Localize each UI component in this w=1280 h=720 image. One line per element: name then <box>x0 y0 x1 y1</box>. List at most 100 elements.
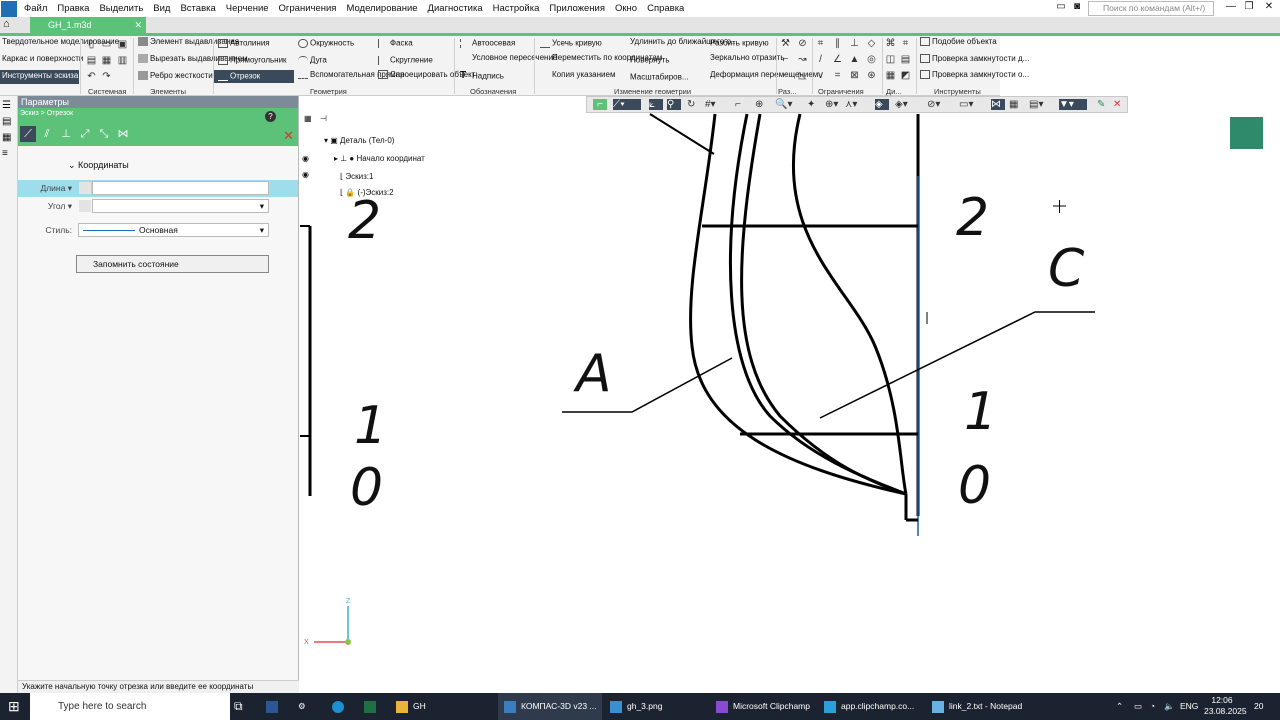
table-icon[interactable]: ▥ <box>117 55 128 66</box>
excel-icon[interactable] <box>364 693 381 720</box>
layers-icon[interactable]: ⋈ <box>991 99 1005 110</box>
menu-constraints[interactable]: Ограничения <box>274 3 342 14</box>
taskbar-app-kompas[interactable]: КОМПАС-3D v23 ... <box>498 693 602 720</box>
tree-toggle-icon[interactable]: ▦ <box>304 114 312 123</box>
save-icon[interactable]: ▣ <box>117 39 128 50</box>
clock[interactable]: 12:06 23.08.2025 <box>1204 693 1247 720</box>
cancel-command-icon[interactable]: ✕ <box>283 128 294 144</box>
tray-chevron-icon[interactable]: ⌃ <box>1116 693 1123 720</box>
menu-file[interactable]: Файл <box>19 3 52 14</box>
maximize-icon[interactable]: ❐ <box>1240 1 1258 15</box>
taskbar-app-gh[interactable]: GH <box>396 693 426 720</box>
exit-sketch-icon[interactable]: ✕ <box>1113 99 1121 110</box>
angle-label[interactable]: Угол ▾ <box>48 201 72 212</box>
eye-icon-2[interactable]: ◉ <box>302 170 309 179</box>
menu-window[interactable]: Окно <box>610 3 642 14</box>
arc-button[interactable]: Дуга <box>298 56 327 65</box>
check-closure-2-button[interactable]: Проверка замкнутости о... <box>920 70 1029 79</box>
project-object-button[interactable]: Спроецировать объект <box>378 70 475 79</box>
length-input[interactable] <box>92 181 269 195</box>
taskbar-app-gh3[interactable]: gh_3.png <box>610 693 662 720</box>
dimension-3-icon[interactable]: ⌐ <box>780 54 791 65</box>
volume-icon[interactable]: 🔈 <box>1164 693 1175 720</box>
conditional-intersection-button[interactable]: Условное пересечение <box>460 53 557 62</box>
camera-icon[interactable]: ◙ <box>1068 1 1086 15</box>
tab-close-icon[interactable]: ✕ <box>134 17 142 33</box>
dimension-icon[interactable]: ⚒ <box>780 38 791 49</box>
taskbar-search-input[interactable]: Type here to search <box>30 693 230 720</box>
filter-icon[interactable]: ▼▾ <box>1059 99 1087 110</box>
menu-settings[interactable]: Настройка <box>488 3 545 14</box>
params-panel-icon[interactable]: ▦ <box>2 132 16 144</box>
rotate-view-icon[interactable]: ↻ <box>687 99 695 110</box>
constraint-sym-icon[interactable]: ▲ <box>849 54 860 65</box>
library-icon[interactable]: ▤ <box>2 116 16 128</box>
object-similarity-button[interactable]: Подобие объекта <box>920 37 997 46</box>
language-indicator[interactable]: ENG <box>1180 693 1198 720</box>
hide-icon[interactable]: ⊘▾ <box>927 99 940 110</box>
mode-solid-modeling[interactable]: Твердотельное моделирование <box>2 38 119 46</box>
move-by-coordinates-button[interactable]: Переместить по координатам <box>540 53 662 62</box>
menu-edit[interactable]: Правка <box>52 3 94 14</box>
constraint-v-icon[interactable]: ∨ <box>815 70 826 81</box>
rotate-button[interactable]: Повернуть <box>618 56 670 65</box>
style-select[interactable]: Основная ▾ <box>78 223 269 237</box>
diag-2-icon[interactable]: ⌗ <box>900 38 911 49</box>
constraint-coincident-icon[interactable]: / <box>815 54 826 65</box>
constraint-mirror-icon[interactable]: ⊠ <box>849 70 860 81</box>
network-icon[interactable]: ▭ <box>1134 693 1142 720</box>
tangent-2-segment-icon[interactable]: ⤡ <box>96 126 112 142</box>
zoom-window-icon[interactable]: ⊕ <box>755 99 763 110</box>
axes-icon[interactable]: ⋏▾ <box>845 99 857 110</box>
snap-icon[interactable]: ⟋▾ <box>613 99 641 110</box>
display-icon[interactable]: ▤▾ <box>1029 99 1043 110</box>
menu-apps[interactable]: Приложения <box>544 3 610 14</box>
settings-icon[interactable]: ⚙ <box>298 693 306 720</box>
tree-panel-icon[interactable]: ☰ <box>2 100 16 112</box>
taskbar-app-clipchamp-web[interactable]: app.clipchamp.co... <box>824 693 914 720</box>
ortho-icon[interactable]: ⟀ <box>649 99 663 110</box>
autoline-button[interactable]: Автолиния <box>218 39 270 48</box>
zoom-icon[interactable]: 🔍▾ <box>775 99 792 110</box>
angle-input[interactable]: ▾ <box>92 199 269 213</box>
fillet-button[interactable]: Скругление <box>378 56 433 65</box>
minimize-icon[interactable]: — <box>1222 1 1240 15</box>
document-tab[interactable]: GH_1.m3d ✕ <box>30 17 146 33</box>
trim-curve-button[interactable]: Усечь кривую <box>540 39 602 48</box>
parallel-segment-icon[interactable]: ⫽ <box>39 126 55 142</box>
length-label[interactable]: Длина ▾ <box>40 183 72 194</box>
edge-icon[interactable] <box>332 693 349 720</box>
check-closure-1-button[interactable]: Проверка замкнутости д... <box>920 54 1029 63</box>
tangent-segment-icon[interactable]: ⤢ <box>77 126 93 142</box>
cut-extrude-button[interactable]: Вырезать выдавливанием <box>138 54 248 63</box>
command-search-input[interactable]: Поиск по командам (Alt+/) <box>1088 1 1214 16</box>
menu-insert[interactable]: Вставка <box>175 3 220 14</box>
dimension-4-icon[interactable]: ↝ <box>797 54 808 65</box>
menu-modeling[interactable]: Моделирование <box>341 3 422 14</box>
section-icon[interactable]: ▭▾ <box>959 99 973 110</box>
objects-icon[interactable]: ▦ <box>1009 99 1018 110</box>
menu-help[interactable]: Справка <box>642 3 689 14</box>
diag-4-icon[interactable]: ▤ <box>900 54 911 65</box>
close-icon[interactable]: ✕ <box>1260 1 1278 15</box>
orient-icon[interactable]: ⊕▾ <box>825 99 838 110</box>
diag-1-icon[interactable]: ⌘ <box>885 38 896 49</box>
properties-icon[interactable]: ▦ <box>101 55 112 66</box>
label-button[interactable]: T Надпись <box>460 71 504 81</box>
constraint-tangent-icon[interactable]: ◇ <box>866 38 877 49</box>
rectangle-button[interactable]: Прямоугольник <box>218 56 287 65</box>
more-panels-icon[interactable]: ≡ <box>2 148 16 160</box>
constraint-equal-icon[interactable]: = <box>832 70 843 81</box>
dimension-6-icon[interactable]: ◺ <box>797 70 808 81</box>
tree-item-sketch2[interactable]: ⌊ 🔒 (-)Эскиз:2 <box>340 188 394 197</box>
length-lock[interactable] <box>79 182 91 194</box>
scale-button[interactable]: Масштабиров... <box>618 73 689 82</box>
notification-icon[interactable]: 20 <box>1254 693 1263 720</box>
angle-lock[interactable] <box>79 200 91 212</box>
diag-5-icon[interactable]: ▦ <box>885 70 896 81</box>
dimension-2-icon[interactable]: ⊘ <box>797 38 808 49</box>
taskbar-app-clipchamp[interactable]: Microsoft Clipchamp <box>716 693 810 720</box>
diag-6-icon[interactable]: ◩ <box>900 70 911 81</box>
constraint-concentric-icon[interactable]: ◎ <box>866 54 877 65</box>
menu-drawing[interactable]: Черчение <box>221 3 274 14</box>
